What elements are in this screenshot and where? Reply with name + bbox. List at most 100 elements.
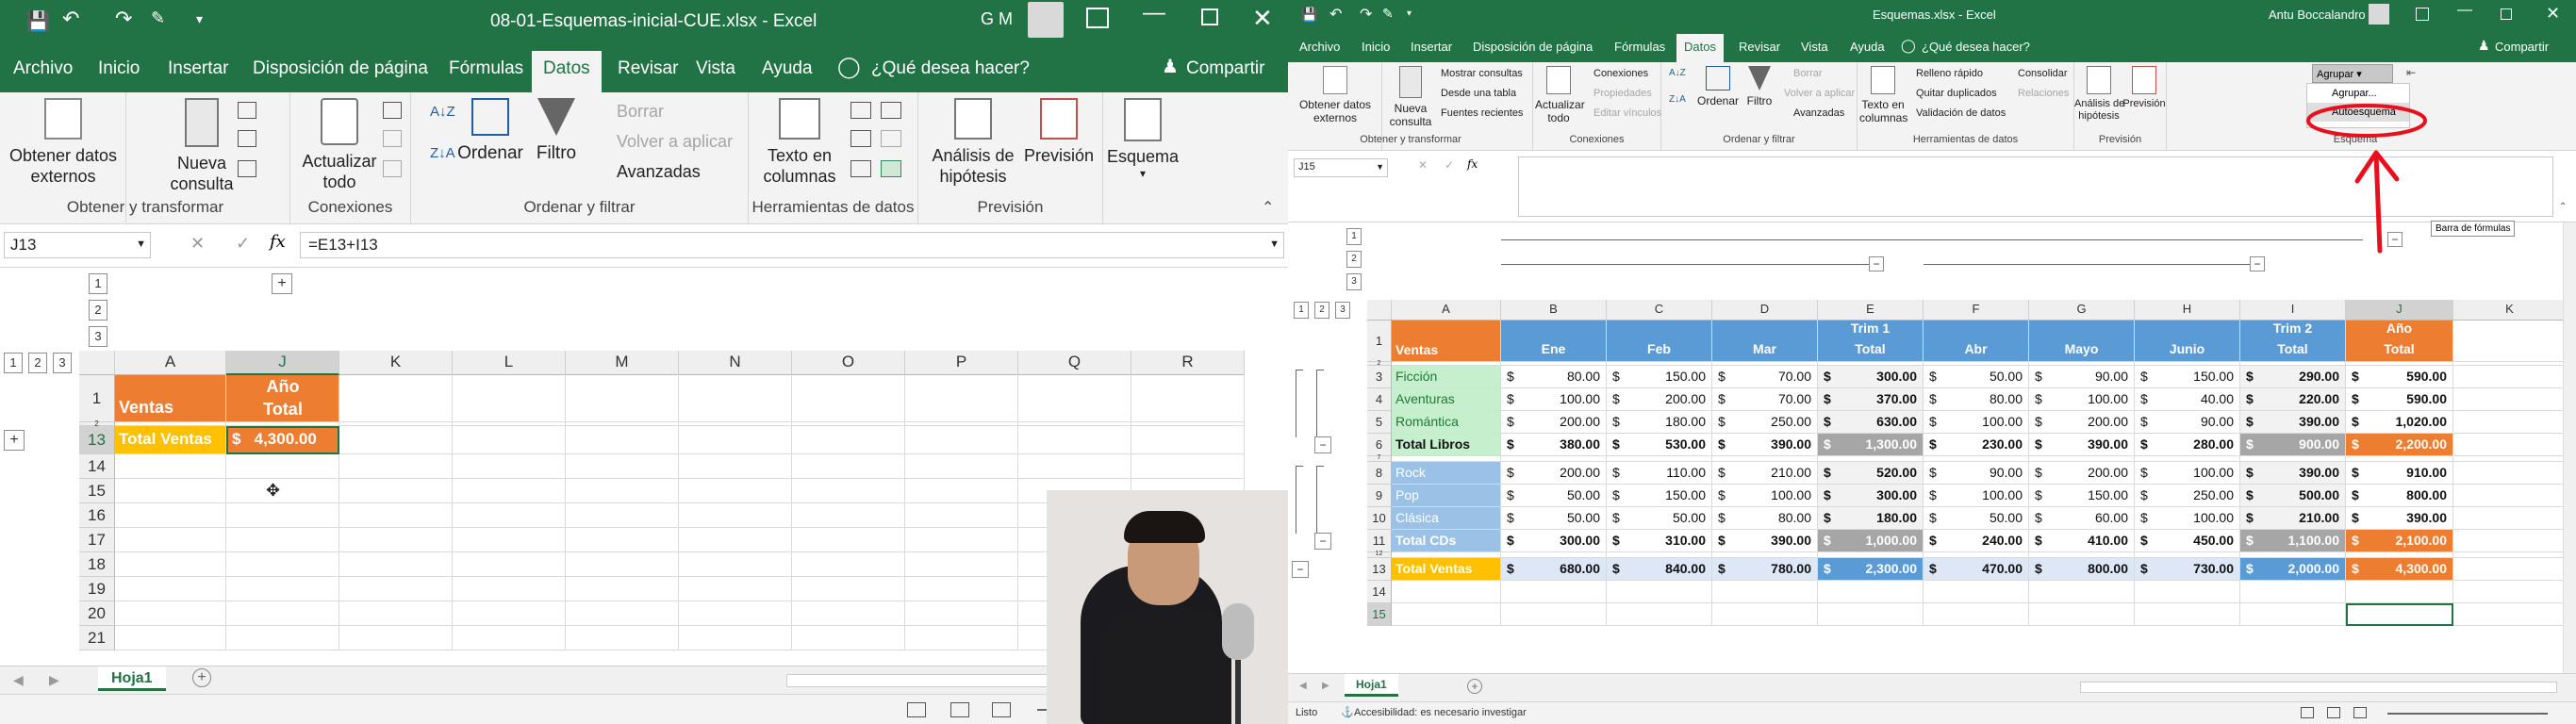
value-cell[interactable]: $110.00 xyxy=(1607,462,1712,485)
grid-cell[interactable] xyxy=(453,454,566,479)
data-model-icon[interactable] xyxy=(881,160,901,177)
grid-cell[interactable] xyxy=(792,375,905,422)
grid-cell[interactable] xyxy=(226,577,339,601)
sort-az-icon-right[interactable]: A↓Z xyxy=(1669,68,1686,78)
grid-cell-right[interactable] xyxy=(2346,603,2453,626)
grid-cell[interactable] xyxy=(339,479,453,503)
value-cell[interactable]: $800.00 xyxy=(2346,485,2453,507)
normal-view-icon[interactable] xyxy=(907,702,926,717)
column-header-right[interactable]: C xyxy=(1607,300,1712,321)
grid-cell-right[interactable] xyxy=(2453,366,2567,388)
value-cell[interactable]: $200.00 xyxy=(2029,411,2135,434)
relationships-icon[interactable] xyxy=(881,130,901,147)
grid-cell-right[interactable] xyxy=(1712,581,1818,603)
column-header-right[interactable]: E xyxy=(1818,300,1924,321)
value-cell[interactable]: $370.00 xyxy=(1818,388,1924,411)
grid-cell[interactable] xyxy=(905,426,1018,454)
grid-cell[interactable] xyxy=(226,479,339,503)
tab-vista[interactable]: Vista xyxy=(696,58,735,79)
undo-icon[interactable]: ↶ xyxy=(62,7,79,31)
validacion-datos-button[interactable]: Validación de datos xyxy=(1916,107,2006,119)
close-icon-right[interactable]: ✕ xyxy=(2546,4,2560,24)
grid-cell[interactable] xyxy=(905,479,1018,503)
value-cell[interactable]: $180.00 xyxy=(1818,507,1924,530)
grid-cell[interactable] xyxy=(339,503,453,528)
value-cell[interactable]: $2,300.00 xyxy=(1818,558,1924,581)
column-header-right[interactable]: J xyxy=(2346,300,2453,321)
actualizar-todo-button[interactable]: Actualizar todo xyxy=(294,98,385,192)
outline-row-level-3[interactable]: 3 xyxy=(53,353,72,373)
grid-cell-right[interactable] xyxy=(2453,321,2567,362)
grid-cell-right[interactable] xyxy=(2240,603,2346,626)
value-cell[interactable]: $90.00 xyxy=(2135,411,2240,434)
row-header[interactable]: 16 xyxy=(79,503,115,528)
grid-cell[interactable] xyxy=(339,454,453,479)
row-header[interactable]: 21 xyxy=(79,626,115,650)
grid-cell[interactable] xyxy=(566,479,679,503)
value-cell[interactable]: $70.00 xyxy=(1712,388,1818,411)
row-label-cell[interactable]: Total CDs xyxy=(1392,530,1501,552)
value-cell[interactable]: $390.00 xyxy=(2029,434,2135,456)
conexiones-button[interactable]: Conexiones xyxy=(1593,68,1648,79)
tab-disposicion-right[interactable]: Disposición de página xyxy=(1473,40,1593,54)
user-initials[interactable]: G M xyxy=(981,9,1013,29)
value-cell[interactable]: $280.00 xyxy=(2135,434,2240,456)
grid-cell[interactable] xyxy=(792,626,905,650)
grid-cell[interactable] xyxy=(1018,375,1131,422)
value-cell[interactable]: $730.00 xyxy=(2135,558,2240,581)
data-validation-icon[interactable] xyxy=(850,160,871,177)
value-cell[interactable]: $470.00 xyxy=(1924,558,2029,581)
name-box-dropdown-icon-right[interactable]: ▼ xyxy=(1376,162,1384,172)
propiedades-button[interactable]: Propiedades xyxy=(1593,88,1652,99)
header-cell[interactable]: Ventas xyxy=(1392,321,1501,362)
volver-aplicar-button-right[interactable]: Volver a aplicar xyxy=(1784,88,1855,99)
tab-formulas-right[interactable]: Fórmulas xyxy=(1614,40,1665,54)
column-header[interactable]: P xyxy=(905,351,1018,375)
grid-cell[interactable] xyxy=(792,454,905,479)
grid-cell[interactable] xyxy=(453,375,566,422)
grid-cell-right[interactable] xyxy=(2029,603,2135,626)
value-cell[interactable]: $590.00 xyxy=(2346,366,2453,388)
value-cell[interactable]: $100.00 xyxy=(1924,485,2029,507)
expand-columns-button[interactable]: + xyxy=(272,273,292,294)
row-header[interactable]: 14 xyxy=(79,454,115,479)
value-cell[interactable]: $230.00 xyxy=(1924,434,2029,456)
column-header[interactable]: R xyxy=(1131,351,1245,375)
grid-cell-right[interactable] xyxy=(2453,581,2567,603)
collapse-ribbon-icon[interactable]: ⌃ xyxy=(1262,198,1274,217)
minimize-icon[interactable]: — xyxy=(1143,0,1165,26)
customize-qat-icon[interactable]: ▾ xyxy=(196,11,203,27)
cancel-icon[interactable]: ✕ xyxy=(190,234,205,254)
grid-cell-right[interactable] xyxy=(2453,603,2567,626)
grid-cell-right[interactable] xyxy=(2453,462,2567,485)
grid-cell-right[interactable] xyxy=(2135,603,2240,626)
value-cell[interactable]: $520.00 xyxy=(1818,462,1924,485)
grid-cell[interactable] xyxy=(792,426,905,454)
value-cell[interactable]: $390.00 xyxy=(1712,530,1818,552)
grid-cell[interactable] xyxy=(115,528,226,552)
value-cell[interactable]: $220.00 xyxy=(2240,388,2346,411)
grid-cell[interactable] xyxy=(339,577,453,601)
row-label-cell[interactable]: Total Libros xyxy=(1392,434,1501,456)
column-header[interactable]: J xyxy=(226,351,339,375)
grid-cell[interactable] xyxy=(339,426,453,454)
borrar-button[interactable]: Borrar xyxy=(617,102,664,122)
grid-cell[interactable] xyxy=(566,626,679,650)
borrar-button-right[interactable]: Borrar xyxy=(1793,68,1823,79)
avanzadas-button[interactable]: Avanzadas xyxy=(617,162,701,182)
quitar-duplicados-button[interactable]: Quitar duplicados xyxy=(1916,88,1997,99)
row-label-cell[interactable]: Aventuras xyxy=(1392,388,1501,411)
value-cell[interactable]: $290.00 xyxy=(2240,366,2346,388)
select-all-corner[interactable] xyxy=(79,351,115,375)
sort-za-icon[interactable]: Z↓A xyxy=(430,145,455,161)
row-label-cell[interactable]: Romántica xyxy=(1392,411,1501,434)
next-sheet-icon-right[interactable]: ▶ xyxy=(1322,681,1329,691)
value-cell[interactable]: $50.00 xyxy=(1607,507,1712,530)
collapse-rows-button[interactable]: − xyxy=(1314,533,1331,550)
tab-vista-right[interactable]: Vista xyxy=(1801,40,1828,54)
value-cell[interactable]: $40.00 xyxy=(2135,388,2240,411)
column-header[interactable]: L xyxy=(453,351,566,375)
grid-cell[interactable] xyxy=(566,601,679,626)
column-header-right[interactable]: B xyxy=(1501,300,1607,321)
grid-cell[interactable] xyxy=(453,503,566,528)
